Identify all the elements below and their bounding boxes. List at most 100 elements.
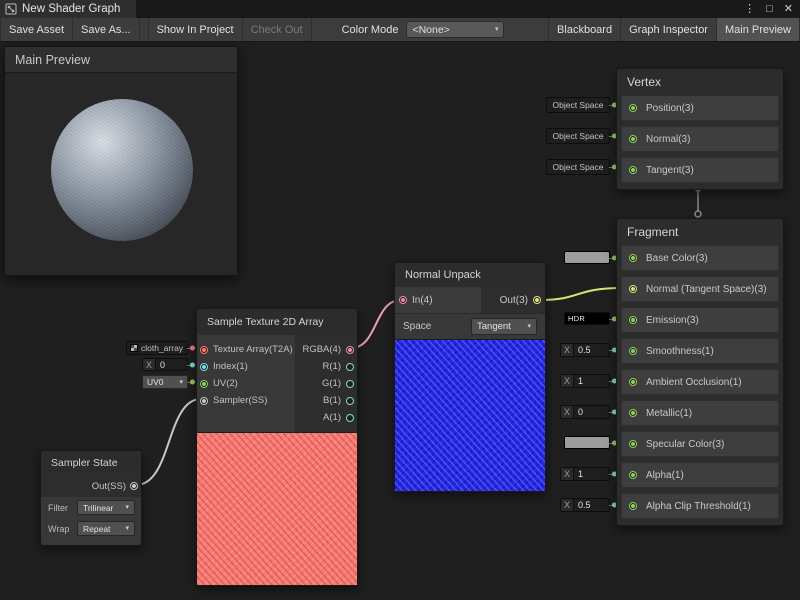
fragment-row-base-color[interactable]: Base Color(3) <box>621 245 779 271</box>
fragment-row-ambient-occlusion[interactable]: Ambient Occlusion(1) <box>621 369 779 395</box>
vertex-row-tangent[interactable]: Tangent(3) <box>621 157 779 183</box>
filter-dropdown[interactable]: Trilinear ▾ <box>77 500 135 515</box>
sampler-state-node: Sampler State Out(SS) Filter Trilinear ▾… <box>40 450 142 546</box>
base-color-port[interactable] <box>629 254 637 262</box>
chevron-down-icon: ▾ <box>179 379 183 386</box>
sample-node-preview <box>197 432 357 585</box>
fragment-row-emission[interactable]: Emission(3) <box>621 307 779 333</box>
g-port[interactable] <box>346 380 354 388</box>
normal-space-dropdown[interactable]: Object Space <box>546 128 610 144</box>
alpha-port[interactable] <box>629 471 637 479</box>
position-space-dropdown[interactable]: Object Space <box>546 97 610 113</box>
close-icon[interactable]: ✕ <box>784 0 793 18</box>
maximize-icon[interactable]: □ <box>766 0 773 18</box>
index-field[interactable]: X0 <box>142 358 188 371</box>
hdr-badge: HDR <box>565 314 585 323</box>
space-dropdown[interactable]: Tangent ▾ <box>471 318 537 335</box>
base-color-swatch[interactable] <box>564 251 610 264</box>
blackboard-toggle[interactable]: Blackboard <box>548 18 621 41</box>
a-port[interactable] <box>346 414 354 422</box>
fragment-row-specular-color[interactable]: Specular Color(3) <box>621 431 779 457</box>
input-sampler: Sampler(SS) <box>197 392 295 409</box>
main-preview-panel: Main Preview <box>4 46 238 276</box>
ambient-occlusion-port[interactable] <box>629 378 637 386</box>
in-port[interactable] <box>399 296 407 304</box>
emission-hdr-swatch[interactable]: HDR <box>564 312 610 325</box>
chevron-down-icon: ▾ <box>527 323 531 330</box>
color-mode-label: Color Mode <box>334 18 407 41</box>
position-port[interactable] <box>629 104 637 112</box>
main-preview-toggle[interactable]: Main Preview <box>717 18 800 41</box>
sample-node-title[interactable]: Sample Texture 2D Array <box>197 309 357 335</box>
texture-array-field[interactable]: cloth_array <box>126 341 188 355</box>
title-bar: New Shader Graph ⋮ □ ✕ <box>0 0 800 18</box>
vertex-node-title[interactable]: Vertex <box>617 69 783 95</box>
metallic-field[interactable]: X0 <box>560 405 610 419</box>
wire-samplerstate-to-sampler[interactable] <box>136 399 201 485</box>
normal-unpack-title[interactable]: Normal Unpack <box>395 263 545 287</box>
output-b: B(1) <box>295 392 357 409</box>
texture-thumbnail-icon <box>130 344 138 352</box>
b-port[interactable] <box>346 397 354 405</box>
fragment-node-title[interactable]: Fragment <box>617 219 783 245</box>
graph-inspector-toggle[interactable]: Graph Inspector <box>621 18 717 41</box>
uv-channel-dropdown[interactable]: UV0 ▾ <box>142 375 188 389</box>
out-port[interactable] <box>533 296 541 304</box>
fragment-row-alpha-clip[interactable]: Alpha Clip Threshold(1) <box>621 493 779 519</box>
fragment-row-alpha[interactable]: Alpha(1) <box>621 462 779 488</box>
r-port[interactable] <box>346 363 354 371</box>
shader-graph-icon <box>5 3 17 15</box>
out-ss-port[interactable] <box>130 482 138 490</box>
specular-color-port[interactable] <box>629 440 637 448</box>
input-index: Index(1) <box>197 358 295 375</box>
smoothness-port[interactable] <box>629 347 637 355</box>
tangent-port[interactable] <box>629 166 637 174</box>
index-port[interactable] <box>200 363 208 371</box>
save-asset-button[interactable]: Save Asset <box>0 18 73 41</box>
check-out-button[interactable]: Check Out <box>243 18 312 41</box>
vertex-row-position[interactable]: Position(3) <box>621 95 779 121</box>
rgba-port[interactable] <box>346 346 354 354</box>
fragment-row-metallic[interactable]: Metallic(1) <box>621 400 779 426</box>
sampler-state-title[interactable]: Sampler State <box>41 451 141 475</box>
normal-port[interactable] <box>629 135 637 143</box>
wrap-dropdown[interactable]: Repeat ▾ <box>77 521 135 536</box>
chevron-down-icon: ▾ <box>125 504 129 511</box>
normal-unpack-input: In(4) <box>395 287 481 313</box>
window-title: New Shader Graph <box>22 3 120 15</box>
output-r: R(1) <box>295 358 357 375</box>
space-row-label: Space <box>403 321 431 332</box>
sampler-state-output: Out(SS) <box>41 475 141 497</box>
fragment-row-normal[interactable]: Normal (Tangent Space)(3) <box>621 276 779 302</box>
show-in-project-button[interactable]: Show In Project <box>148 18 243 41</box>
color-mode-dropdown[interactable]: <None> ▾ <box>406 21 504 38</box>
specular-color-swatch[interactable] <box>564 436 610 449</box>
normal-unpack-preview <box>395 339 545 491</box>
filter-label: Filter <box>48 503 68 513</box>
kebab-menu-icon[interactable]: ⋮ <box>744 0 755 18</box>
chevron-down-icon: ▾ <box>495 26 499 33</box>
uv-port[interactable] <box>200 380 208 388</box>
alpha-clip-field[interactable]: X0.5 <box>560 498 610 512</box>
toolbar: Save Asset Save As... Show In Project Ch… <box>0 18 800 42</box>
chevron-down-icon: ▾ <box>125 525 129 532</box>
save-as-button[interactable]: Save As... <box>73 18 140 41</box>
emission-port[interactable] <box>629 316 637 324</box>
metallic-port[interactable] <box>629 409 637 417</box>
alpha-clip-port[interactable] <box>629 502 637 510</box>
ambient-occlusion-field[interactable]: X1 <box>560 374 610 388</box>
normal-unpack-node: Normal Unpack In(4) Out(3) Space Tangent… <box>394 262 546 492</box>
sampler-port[interactable] <box>200 397 208 405</box>
output-g: G(1) <box>295 375 357 392</box>
smoothness-field[interactable]: X0.5 <box>560 343 610 357</box>
vertex-row-normal[interactable]: Normal(3) <box>621 126 779 152</box>
tangent-space-dropdown[interactable]: Object Space <box>546 159 610 175</box>
fragment-row-smoothness[interactable]: Smoothness(1) <box>621 338 779 364</box>
wire-out-to-normal[interactable] <box>538 288 623 300</box>
normal-tangent-port[interactable] <box>629 285 637 293</box>
main-preview-header[interactable]: Main Preview <box>5 47 237 73</box>
texture-array-port[interactable] <box>200 346 208 354</box>
alpha-field[interactable]: X1 <box>560 467 610 481</box>
shader-graph-window: Object Space Object Space Object Space V… <box>0 0 800 600</box>
shader-graph-tab[interactable]: New Shader Graph <box>0 0 136 18</box>
